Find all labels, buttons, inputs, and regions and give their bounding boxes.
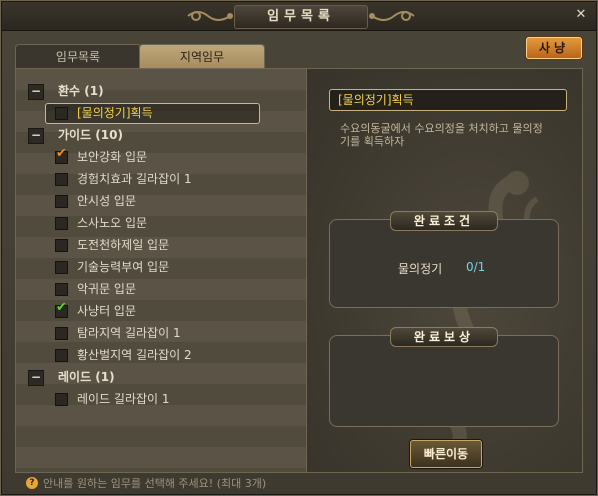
quest-list-panel[interactable]: − 환수 (1) [물의정기]획득 − 가이드 (10) ✔ 보안강화 입문 경험치효과 길라…: [15, 68, 308, 473]
tab-regional-quest[interactable]: 지역임무: [139, 44, 265, 69]
quest-item-label: 보안강화 입문: [77, 150, 148, 164]
quest-checkbox[interactable]: [55, 217, 68, 230]
quest-item[interactable]: 스사노오 입문: [16, 212, 307, 234]
quest-item[interactable]: 황산벌지역 길라잡이 2: [16, 344, 307, 366]
quest-item[interactable]: 도전천하제일 입문: [16, 234, 307, 256]
quest-checkbox[interactable]: ✔: [55, 301, 68, 318]
quest-item-label: 스사노오 입문: [77, 216, 148, 230]
quest-item-label: 도전천하제일 입문: [77, 238, 170, 252]
quest-list: − 환수 (1) [물의정기]획득 − 가이드 (10) ✔ 보안강화 입문 경험치효과 길라…: [16, 80, 307, 410]
quest-item-label: 사냥터 입문: [77, 304, 137, 318]
quick-move-button[interactable]: 빠른이동: [410, 440, 482, 468]
checkmark-icon: ✔: [56, 146, 67, 161]
quest-description: 수요의동굴에서 수요의정을 처치하고 물의정기를 획득하자: [340, 122, 543, 148]
quest-item[interactable]: 안시성 입문: [16, 190, 307, 212]
quest-group-label: 가이드 (10): [58, 128, 123, 142]
quest-item[interactable]: ✔ 보안강화 입문: [16, 146, 307, 168]
help-icon: ?: [26, 477, 38, 489]
quest-item-label: 탐라지역 길라잡이 1: [77, 326, 181, 340]
quest-item-label: 악귀문 입문: [77, 282, 137, 296]
quest-window: 임무목록 ✕ 임무목록 지역임무 사냥 − 환수 (1) [물의정기]획득 − 가이드 …: [0, 0, 598, 496]
quest-checkbox[interactable]: [55, 261, 68, 274]
quest-checkbox[interactable]: [55, 107, 68, 120]
quest-item[interactable]: 기술능력부여 입문: [16, 256, 307, 278]
quest-title: [물의정기]획득: [329, 89, 567, 111]
hunt-button[interactable]: 사냥: [526, 37, 582, 59]
tab-quest-list[interactable]: 임무목록: [15, 44, 141, 69]
quest-checkbox[interactable]: ✔: [55, 147, 68, 164]
quest-item-label: 안시성 입문: [77, 194, 137, 208]
condition-item-name: 물의정기: [398, 262, 443, 276]
quest-group-header[interactable]: − 환수 (1): [16, 80, 307, 102]
quest-item[interactable]: 탐라지역 길라잡이 1: [16, 322, 307, 344]
completion-reward-label: 완료보상: [390, 327, 498, 347]
collapse-minus-icon[interactable]: −: [28, 370, 44, 386]
quest-item-label: 황산벌지역 길라잡이 2: [77, 348, 192, 362]
footer-hint: 안내를 원하는 임무를 선택해 주세요! (최대 3개): [43, 477, 267, 490]
quest-item-label: 경험치효과 길라잡이 1: [77, 172, 192, 186]
quest-checkbox[interactable]: [55, 239, 68, 252]
completion-condition-label: 완료조건: [390, 211, 498, 231]
quest-checkbox[interactable]: [55, 393, 68, 406]
quest-checkbox[interactable]: [55, 283, 68, 296]
quest-item-label: 레이드 길라잡이 1: [77, 392, 170, 406]
ornament-left-icon: [187, 11, 233, 21]
completion-condition-box: 완료조건 물의정기 0/1: [329, 211, 559, 308]
quest-checkbox[interactable]: [55, 173, 68, 186]
condition-progress: 0/1: [466, 260, 486, 274]
quest-detail-panel: [물의정기]획득 수요의동굴에서 수요의정을 처치하고 물의정기를 획득하자 완…: [306, 68, 583, 473]
window-title: 임무목록: [234, 5, 368, 29]
quest-item-label: [물의정기]획득: [77, 106, 153, 120]
close-icon[interactable]: ✕: [574, 8, 588, 22]
ornament-right-icon: [369, 11, 415, 21]
quest-item[interactable]: 레이드 길라잡이 1: [16, 388, 307, 410]
quest-group-header[interactable]: − 가이드 (10): [16, 124, 307, 146]
completion-reward-box: 완료보상: [329, 327, 559, 427]
collapse-minus-icon[interactable]: −: [28, 128, 44, 144]
collapse-minus-icon[interactable]: −: [28, 84, 44, 100]
quest-item[interactable]: ✔ 사냥터 입문: [16, 300, 307, 322]
title-bar[interactable]: 임무목록 ✕: [2, 2, 596, 31]
quest-item-label: 기술능력부여 입문: [77, 260, 170, 274]
quest-item[interactable]: 악귀문 입문: [16, 278, 307, 300]
quest-item[interactable]: 경험치효과 길라잡이 1: [16, 168, 307, 190]
quest-checkbox[interactable]: [55, 349, 68, 362]
checkmark-icon: ✔: [56, 300, 67, 315]
quest-group-label: 환수 (1): [58, 84, 104, 98]
quest-group-header[interactable]: − 레이드 (1): [16, 366, 307, 388]
quest-group-label: 레이드 (1): [58, 370, 115, 384]
quest-checkbox[interactable]: [55, 195, 68, 208]
quest-item[interactable]: [물의정기]획득: [16, 102, 307, 124]
quest-checkbox[interactable]: [55, 327, 68, 340]
